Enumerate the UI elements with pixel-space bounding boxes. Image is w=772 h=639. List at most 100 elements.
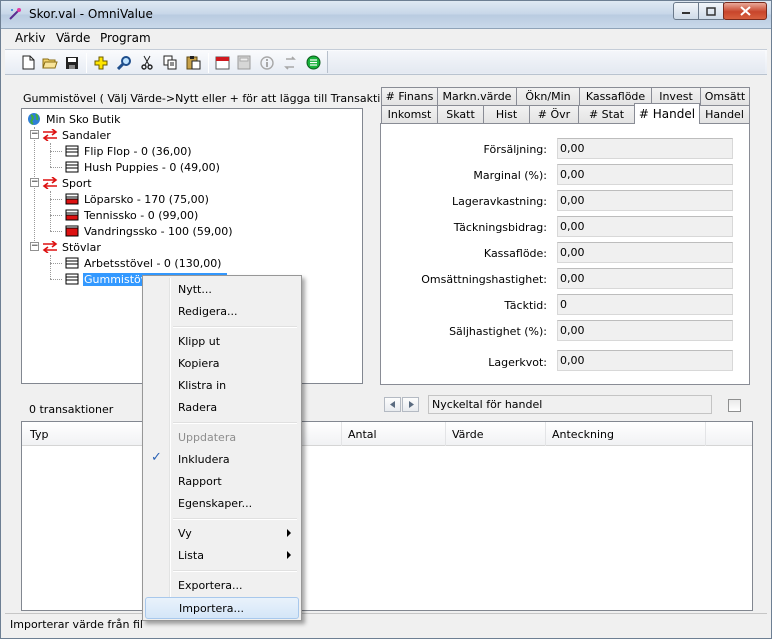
new-file-button[interactable] [19,54,37,71]
menu-item-klistra-in[interactable]: Klistra in [145,375,299,397]
field-label: Lageravkastning: [451,195,547,208]
menu-arkiv[interactable]: Arkiv [15,31,46,45]
tree-item-label: Tennissko - 0 (99,00) [84,208,199,222]
maximize-button[interactable] [698,2,724,20]
tree-group-sport[interactable]: Sport [42,175,93,191]
menu-item-inkludera[interactable]: Inkludera [145,449,299,471]
field-label: Omsättningshastighet: [421,273,547,286]
menu-item-radera[interactable]: Radera [145,397,299,419]
copy-icon [163,55,176,70]
nyckeltal-checkbox[interactable] [728,399,741,412]
save-button[interactable] [63,54,81,71]
tree-expander-sport[interactable]: − [30,178,39,187]
info-button [258,54,276,71]
list-header: Typ Antal Värde Anteckning [22,422,752,446]
list-view-button[interactable] [304,54,322,71]
menu-item-nytt[interactable]: Nytt... [145,279,299,301]
app-wand-icon [9,8,21,20]
tab-ovr[interactable]: # Övr [529,105,579,123]
tree-item-label: Hush Puppies - 0 (49,00) [84,160,220,174]
field-label: Försäljning: [483,143,547,156]
tree-item[interactable]: Tennissko - 0 (99,00) [64,207,199,223]
menu-program[interactable]: Program [100,31,151,45]
tab-finans[interactable]: # Finans [381,87,438,105]
saljhastighet-field: 0,00 [557,320,733,341]
add-button[interactable] [92,54,110,71]
tree-group-stovlar[interactable]: Stövlar [42,239,102,255]
title-bar[interactable]: Skor.val - OmniValue [1,1,771,29]
menu-item-vy[interactable]: Vy [145,523,299,545]
tree-item[interactable]: Flip Flop - 0 (36,00) [64,143,193,159]
toolbar-spacer [327,51,765,73]
save-icon [66,56,78,69]
tree-item[interactable]: Hush Puppies - 0 (49,00) [64,159,221,175]
minimize-button[interactable] [673,2,699,20]
calendar-icon [215,56,229,70]
prev-button[interactable] [384,397,401,412]
tree-group-sandaler[interactable]: Sandaler [42,127,112,143]
close-button[interactable] [723,2,767,20]
tree-item[interactable]: Vandringssko - 100 (59,00) [64,223,234,239]
tree-group-label: Stövlar [62,240,101,254]
kassaflode-field: 0,00 [557,242,733,263]
tab-hist[interactable]: Hist [483,105,530,123]
tree-item-label: Flip Flop - 0 (36,00) [84,144,192,158]
toolbar [5,49,767,75]
tab-handel[interactable]: Handel [699,105,750,123]
tab-handel-active[interactable]: # Handel [634,103,700,124]
value-item-icon [64,256,80,270]
transaction-count: 0 transaktioner [29,403,114,416]
column-varde[interactable]: Värde [446,422,546,446]
column-antal[interactable]: Antal [342,422,446,446]
menu-item-kopiera[interactable]: Kopiera [145,353,299,375]
tree-root[interactable]: Min Sko Butik [26,111,121,127]
menu-item-lista[interactable]: Lista [145,545,299,567]
paste-button[interactable] [184,54,202,71]
menu-varde[interactable]: Värde [56,31,90,45]
tree-expander-stovlar[interactable]: − [30,242,39,251]
tab-marknvarde[interactable]: Markn.värde [437,87,517,105]
tab-oknmin[interactable]: Ökn/Min [516,87,580,105]
field-label: Kassaflöde: [483,247,547,260]
tab-stat[interactable]: # Stat [578,105,635,123]
transaction-list[interactable]: Typ Antal Värde Anteckning [21,421,753,611]
tree-expander-sandaler[interactable]: − [30,130,39,139]
status-bar: Importerar värde från fil [5,613,767,635]
calendar-button[interactable] [213,54,231,71]
copy-button[interactable] [161,54,179,71]
next-button[interactable] [402,397,419,412]
menu-item-exportera[interactable]: Exportera... [145,575,299,597]
tab-skatt[interactable]: Skatt [437,105,484,123]
refresh-icon [284,55,296,70]
menu-item-klipp-ut[interactable]: Klipp ut [145,331,299,353]
column-anteckning[interactable]: Anteckning [546,422,706,446]
menu-item-egenskaper[interactable]: Egenskaper... [145,493,299,515]
field-label: Lagerkvot: [488,356,547,369]
menu-item-importera[interactable]: Importera... [145,597,299,619]
value-item-icon [64,144,80,158]
minimize-icon [682,12,690,14]
value-item-red-icon [64,224,80,238]
field-label: Säljhastighet (%): [449,325,547,338]
field-label: Täcktid: [504,299,547,312]
field-label: Marginal (%): [473,169,547,182]
magnifier-icon [116,56,131,70]
tab-inkomst[interactable]: Inkomst [381,105,438,123]
open-folder-button[interactable] [41,54,59,71]
tree-item[interactable]: Arbetsstövel - 0 (130,00) [64,255,222,271]
app-window: Skor.val - OmniValue Arkiv Värde Program [0,0,772,639]
arrows-icon [42,128,58,142]
menu-item-rapport[interactable]: Rapport [145,471,299,493]
forsaljning-field: 0,00 [557,138,733,159]
tree-item[interactable]: Löparsko - 170 (75,00) [64,191,210,207]
find-button[interactable] [115,54,133,71]
arrows-icon [42,240,58,254]
menu-item-redigera[interactable]: Redigera... [145,301,299,323]
submenu-arrow-icon [287,529,291,537]
tree-item-label: Löparsko - 170 (75,00) [84,192,209,206]
cut-button[interactable] [138,54,156,71]
menu-bar: Arkiv Värde Program [5,29,767,48]
tab-omsatt[interactable]: Omsätt [700,87,750,105]
tree-root-label: Min Sko Butik [46,112,121,126]
scissors-icon [141,55,153,70]
